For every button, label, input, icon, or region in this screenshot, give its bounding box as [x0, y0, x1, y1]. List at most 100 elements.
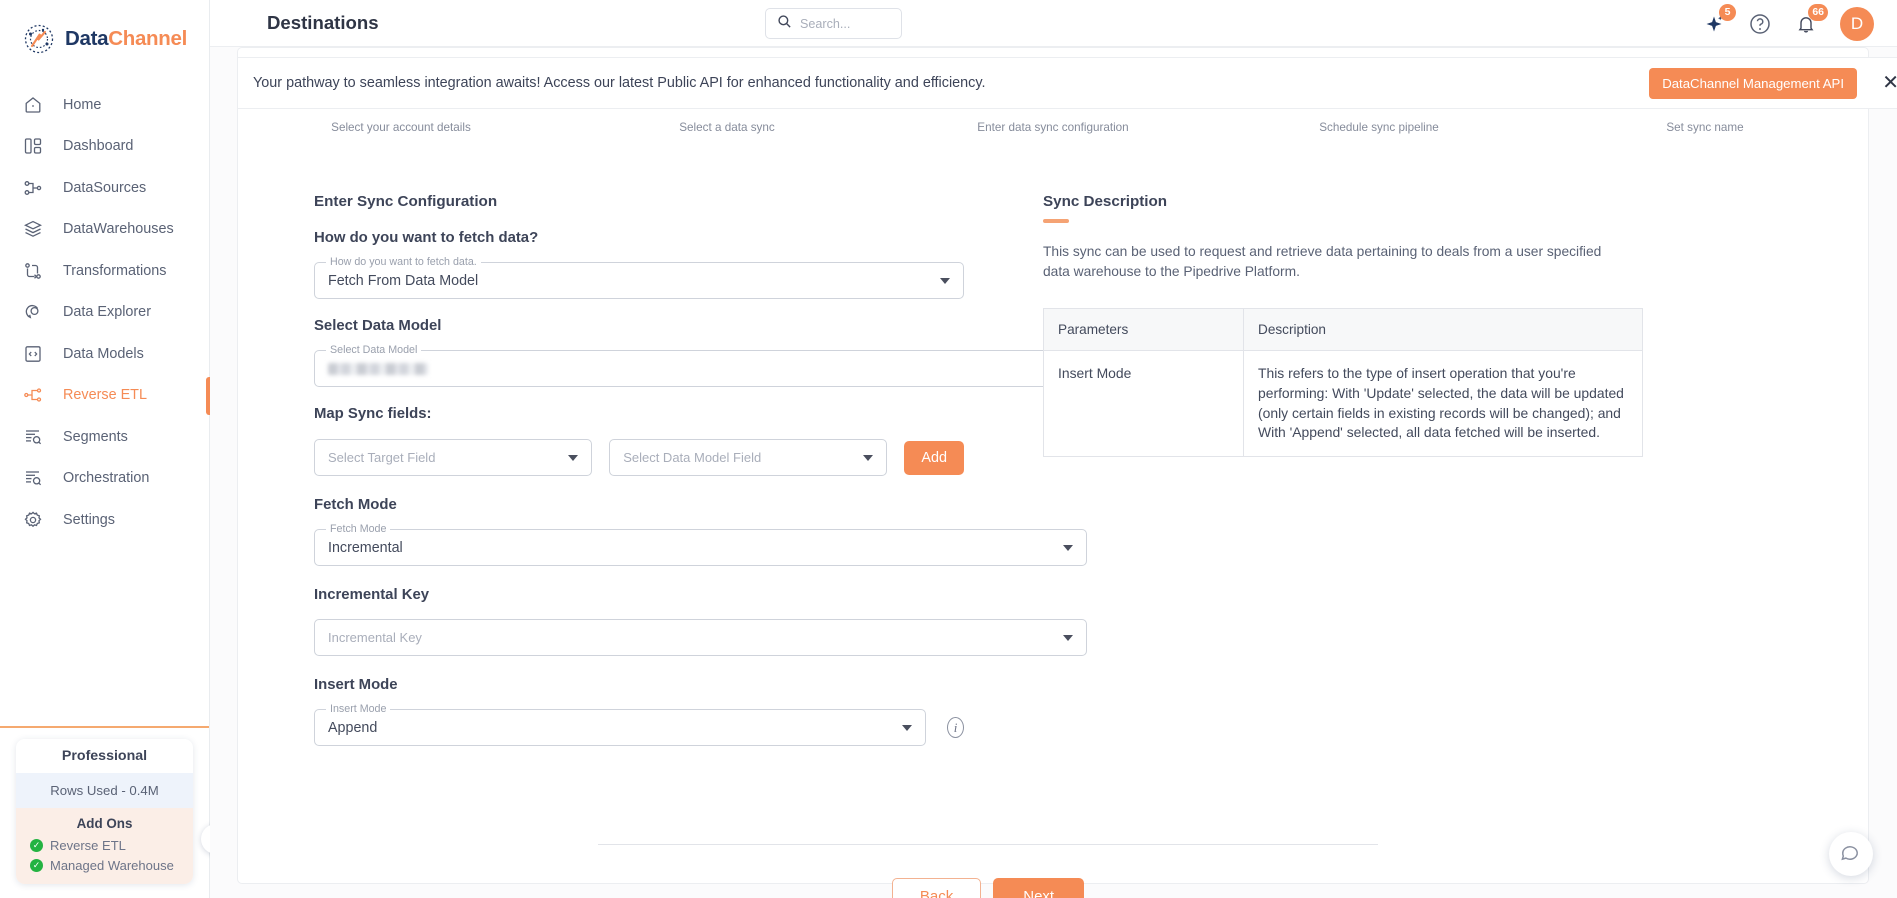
table-header-row: Parameters Description [1043, 308, 1643, 352]
home-icon [22, 94, 44, 116]
plan-addons-title: Add Ons [16, 808, 193, 835]
data-explorer-icon [22, 301, 44, 323]
next-button[interactable]: Next [993, 878, 1085, 898]
chevron-down-icon [902, 724, 913, 731]
sidebar-item-datasources[interactable]: DataSources [0, 167, 209, 209]
chat-support-button[interactable] [1829, 832, 1873, 876]
sidebar-item-label: Settings [63, 511, 115, 528]
insert-mode-select[interactable]: Insert Mode Append [314, 702, 927, 746]
title-underline [1043, 219, 1069, 223]
banner-message: Your pathway to seamless integration awa… [253, 75, 986, 91]
sync-description-panel: Sync Description This sync can be used t… [1043, 193, 1643, 458]
segments-icon [22, 426, 44, 448]
chevron-down-icon [863, 454, 874, 461]
dashboard-icon [22, 135, 44, 157]
fetch-mode-field-label: Fetch Mode [326, 522, 391, 535]
fetch-mode-select[interactable]: Fetch Mode Incremental [314, 522, 1087, 566]
insert-mode-field-label: Insert Mode [326, 702, 391, 715]
step-label: Schedule sync pipeline [1319, 121, 1439, 134]
select-data-model-select[interactable]: Select Data Model [314, 343, 1089, 387]
fetch-mode-value: Incremental [328, 539, 403, 556]
chevron-down-icon [568, 454, 579, 461]
sidebar-item-data-explorer[interactable]: Data Explorer [0, 292, 209, 334]
sidebar-item-label: Data Explorer [63, 304, 151, 321]
sidebar-item-segments[interactable]: Segments [0, 416, 209, 458]
sidebar-item-label: Segments [63, 428, 128, 445]
sidebar-item-label: DataWarehouses [63, 221, 174, 238]
help-button[interactable] [1748, 12, 1772, 36]
plan-title: Professional [16, 739, 193, 773]
data-models-icon [22, 343, 44, 365]
sidebar-item-orchestration[interactable]: Orchestration [0, 458, 209, 500]
sidebar-item-settings[interactable]: Settings [0, 499, 209, 541]
brand-logo[interactable]: DataChannel [0, 0, 209, 78]
settings-gear-icon [22, 509, 44, 531]
datachannel-logo-icon [22, 22, 56, 56]
sidebar-item-label: Dashboard [63, 138, 134, 155]
footer-divider [598, 844, 1378, 845]
sidebar-item-transformations[interactable]: Transformations [0, 250, 209, 292]
plan-section: Professional Rows Used - 0.4M Add Ons ✓ … [0, 726, 231, 898]
sidebar-item-reverse-etl[interactable]: Reverse ETL [0, 375, 210, 417]
close-icon[interactable]: ✕ [1882, 73, 1897, 93]
notifications-badge: 66 [1808, 3, 1828, 21]
sidebar-item-label: DataSources [63, 179, 147, 196]
top-bar-actions: 5 66 D [1703, 0, 1874, 47]
fetch-mode-heading: Fetch Mode [314, 497, 397, 513]
fetch-data-select[interactable]: How do you want to fetch data. Fetch Fro… [314, 255, 964, 299]
notifications-button[interactable]: 66 [1795, 3, 1828, 35]
sidebar-item-data-models[interactable]: Data Models [0, 333, 209, 375]
management-api-button[interactable]: DataChannel Management API [1649, 67, 1857, 99]
step-label: Enter data sync configuration [977, 121, 1129, 134]
add-mapping-button[interactable]: Add [904, 440, 964, 475]
data-model-field-placeholder: Select Data Model Field [623, 450, 762, 465]
top-bar: Destinations Search... 5 66 D [210, 0, 1897, 47]
plan-card: Professional Rows Used - 0.4M Add Ons ✓ … [16, 739, 193, 884]
avatar[interactable]: D [1840, 6, 1874, 41]
sidebar-item-label: Reverse ETL [63, 387, 147, 404]
search-placeholder: Search... [800, 16, 851, 31]
search-input[interactable]: Search... [765, 8, 902, 39]
step-label: Set sync name [1666, 121, 1744, 134]
datawarehouses-icon [22, 218, 44, 240]
datasources-icon [22, 177, 44, 199]
map-sync-fields-row: Select Target Field Select Data Model Fi… [314, 439, 964, 476]
plan-addons-list: ✓ Reverse ETL ✓ Managed Warehouse [16, 835, 193, 884]
select-data-model-heading: Select Data Model [314, 318, 442, 334]
sidebar-item-label: Transformations [63, 262, 167, 279]
insert-mode-heading: Insert Mode [314, 677, 398, 693]
fetch-data-value: Fetch From Data Model [328, 272, 479, 289]
incremental-key-placeholder: Incremental Key [328, 630, 422, 645]
chevron-down-icon [940, 277, 950, 284]
data-model-field-select[interactable]: Select Data Model Field [609, 439, 888, 476]
insert-mode-value: Append [328, 719, 378, 736]
sidebar-item-datawarehouses[interactable]: DataWarehouses [0, 209, 209, 251]
search-icon [777, 14, 792, 34]
target-field-select[interactable]: Select Target Field [314, 439, 593, 476]
wizard-card: Select your account details Select a dat… [237, 47, 1897, 898]
plan-rows-used: Rows Used - 0.4M [16, 773, 193, 808]
addon-label: Reverse ETL [50, 837, 126, 853]
sidebar-item-label: Data Models [63, 345, 144, 362]
back-button[interactable]: Back [891, 878, 982, 898]
sidebar-nav: Home Dashboard DataSources DataWarehouse… [0, 78, 210, 541]
form-section-title: Enter Sync Configuration [314, 193, 498, 210]
target-field-placeholder: Select Target Field [328, 450, 436, 465]
info-icon[interactable]: i [947, 717, 964, 738]
incremental-key-select[interactable]: Incremental Key [314, 619, 1087, 656]
incremental-key-heading: Incremental Key [314, 587, 430, 603]
sync-description-body: This sync can be used to request and ret… [1043, 244, 1602, 279]
sparkle-badge: 5 [1719, 3, 1736, 21]
sync-configuration-form: Enter Sync Configuration How do you want… [314, 193, 1089, 746]
check-circle-icon: ✓ [30, 858, 43, 872]
column-header-parameters: Parameters [1043, 308, 1244, 352]
cell-parameter-name: Insert Mode [1043, 350, 1244, 457]
addon-label: Managed Warehouse [50, 857, 174, 873]
sidebar: DataChannel Home Dashboard DataSources D… [0, 0, 231, 898]
ai-sparkle-button[interactable]: 5 [1703, 3, 1736, 35]
brand-name-part1: Data [65, 27, 109, 50]
map-sync-fields-heading: Map Sync fields: [314, 406, 432, 422]
sidebar-item-home[interactable]: Home [0, 84, 209, 126]
sidebar-item-dashboard[interactable]: Dashboard [0, 126, 209, 168]
announcement-banner: Your pathway to seamless integration awa… [238, 57, 1897, 109]
